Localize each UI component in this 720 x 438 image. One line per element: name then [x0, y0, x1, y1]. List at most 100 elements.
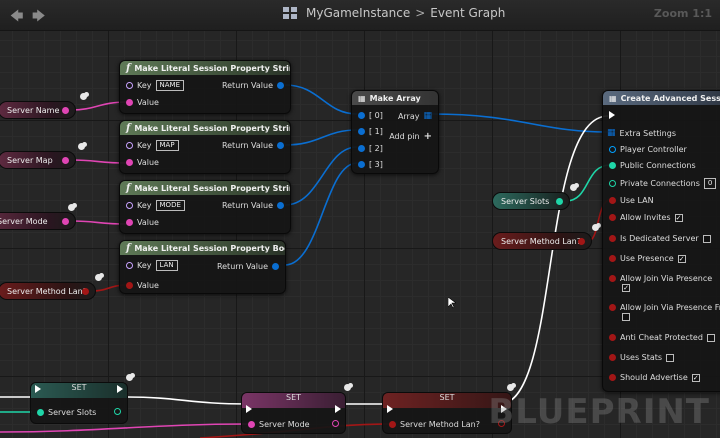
value-pin[interactable] — [126, 159, 133, 166]
function-icon: f — [126, 242, 131, 254]
key-value-field[interactable]: LAN — [155, 260, 178, 271]
get-server-mode-node[interactable]: Server Mode — [0, 212, 76, 230]
key-label: Key — [137, 261, 152, 270]
output-value-pin[interactable] — [332, 420, 339, 427]
array-input-pin-0[interactable] — [358, 112, 365, 119]
key-pin[interactable] — [126, 82, 133, 89]
wire-array-2 — [284, 146, 358, 206]
extra-settings-pin-icon[interactable]: ▦ — [607, 128, 616, 138]
output-pin[interactable] — [62, 107, 69, 114]
allow-join-via-presence-checkbox[interactable]: ✓ — [622, 284, 630, 292]
array-output-pin-icon[interactable]: ▦ — [423, 111, 432, 121]
literal-node-map[interactable]: f Make Literal Session Property String Ke… — [119, 120, 291, 174]
value-pin[interactable] — [389, 421, 396, 428]
exec-output-pin[interactable] — [335, 405, 341, 413]
get-server-method-lan-right-node[interactable]: Server Method Lan? — [492, 232, 592, 250]
node-title: Make Literal Session Property Bool — [134, 243, 285, 253]
get-server-name-node[interactable]: Server Name — [0, 101, 76, 119]
is-dedicated-server-checkbox[interactable] — [702, 234, 711, 243]
output-pin[interactable] — [578, 238, 585, 245]
var-label: Server Name — [7, 105, 60, 115]
key-value-field[interactable]: MAP — [155, 140, 179, 151]
use-presence-checkbox[interactable]: ✓ — [677, 254, 686, 263]
create-advanced-session-node[interactable]: ▦Create Advanced Session ▦Extra Settings… — [602, 90, 720, 392]
node-title: Make Literal Session Property String — [134, 183, 290, 193]
array-input-pin-3[interactable] — [358, 161, 365, 168]
comment-bubble-icon — [507, 384, 514, 391]
uses-stats-checkbox[interactable] — [666, 353, 675, 362]
session-node-icon: ▦ — [609, 93, 617, 103]
should-advertise-checkbox[interactable]: ✓ — [691, 373, 700, 382]
input-label: [ 0] — [369, 111, 383, 120]
output-pin[interactable] — [62, 157, 69, 164]
uses-stats-pin[interactable] — [609, 354, 616, 361]
key-label: Key — [137, 141, 152, 150]
key-value-field[interactable]: NAME — [155, 80, 185, 91]
get-server-slots-node[interactable]: Server Slots — [492, 192, 570, 210]
literal-node-lan[interactable]: f Make Literal Session Property Bool Key L… — [119, 240, 286, 294]
should-advertise-pin[interactable] — [609, 374, 616, 381]
allow-join-via-presence-friends-pin[interactable] — [609, 304, 616, 311]
value-pin[interactable] — [248, 421, 255, 428]
private-connections-pin[interactable] — [609, 180, 616, 187]
return-pin[interactable] — [277, 202, 284, 209]
player-controller-pin[interactable] — [609, 146, 616, 153]
var-label: Server Mode — [0, 216, 48, 226]
exec-input-pin[interactable] — [35, 385, 41, 393]
is-dedicated-server-pin[interactable] — [609, 235, 616, 242]
add-pin-button[interactable]: Add pin + — [389, 131, 432, 142]
private-connections-field[interactable]: 0 — [703, 178, 717, 189]
array-input-pin-1[interactable] — [358, 128, 365, 135]
wire-array-1 — [284, 129, 358, 146]
key-label: Key — [137, 201, 152, 210]
output-value-pin[interactable] — [114, 408, 121, 415]
return-pin[interactable] — [277, 142, 284, 149]
comment-bubble-icon — [126, 374, 133, 381]
return-pin[interactable] — [277, 82, 284, 89]
anti-cheat-protected-checkbox[interactable] — [706, 333, 715, 342]
set-server-slots-node[interactable]: SET Server Slots — [30, 382, 128, 424]
exec-input-pin[interactable] — [246, 405, 252, 413]
plus-icon: + — [423, 131, 432, 142]
output-pin[interactable] — [556, 198, 563, 205]
allow-invites-checkbox[interactable]: ✓ — [674, 213, 683, 222]
allow-join-via-presence-friends-checkbox[interactable] — [622, 313, 630, 321]
key-value-field[interactable]: MODE — [155, 200, 185, 211]
wire-array-0 — [284, 84, 358, 115]
pin-label: Allow Invites — [620, 213, 671, 222]
pin-label: Private Connections — [620, 179, 700, 188]
value-pin[interactable] — [126, 219, 133, 226]
output-pin[interactable] — [82, 288, 89, 295]
array-input-pin-2[interactable] — [358, 145, 365, 152]
exec-input-pin[interactable] — [387, 405, 393, 413]
function-icon: f — [126, 182, 131, 194]
get-server-map-node[interactable]: Server Map — [0, 151, 76, 169]
use-lan-pin[interactable] — [609, 197, 616, 204]
return-pin[interactable] — [272, 263, 279, 270]
exec-input-pin[interactable] — [609, 111, 615, 119]
literal-node-mode[interactable]: f Make Literal Session Property String Ke… — [119, 180, 291, 234]
public-connections-pin[interactable] — [609, 162, 616, 169]
literal-node-name[interactable]: f Make Literal Session Property String Ke… — [119, 60, 291, 114]
value-pin[interactable] — [126, 99, 133, 106]
set-server-mode-node[interactable]: SET Server Mode — [241, 392, 346, 434]
pin-label: Uses Stats — [620, 353, 663, 362]
value-pin[interactable] — [37, 409, 44, 416]
comment-bubble-icon — [78, 143, 85, 150]
output-pin[interactable] — [62, 218, 69, 225]
use-presence-pin[interactable] — [609, 255, 616, 262]
key-pin[interactable] — [126, 202, 133, 209]
make-array-node[interactable]: ▦ Make Array [ 0] [ 1] [ 2] [ 3] Array ▦ A… — [351, 90, 439, 174]
get-server-method-lan-node[interactable]: Server Method Lan? — [0, 282, 96, 300]
return-label: Return Value — [221, 201, 273, 210]
value-pin[interactable] — [126, 282, 133, 289]
anti-cheat-protected-pin[interactable] — [609, 334, 616, 341]
key-pin[interactable] — [126, 142, 133, 149]
node-title: SET — [242, 393, 345, 408]
wire-mode-in — [0, 423, 249, 433]
allow-invites-pin[interactable] — [609, 214, 616, 221]
allow-join-via-presence-pin[interactable] — [609, 275, 616, 282]
exec-output-pin[interactable] — [117, 385, 123, 393]
key-pin[interactable] — [126, 262, 133, 269]
comment-bubble-icon — [592, 224, 599, 231]
